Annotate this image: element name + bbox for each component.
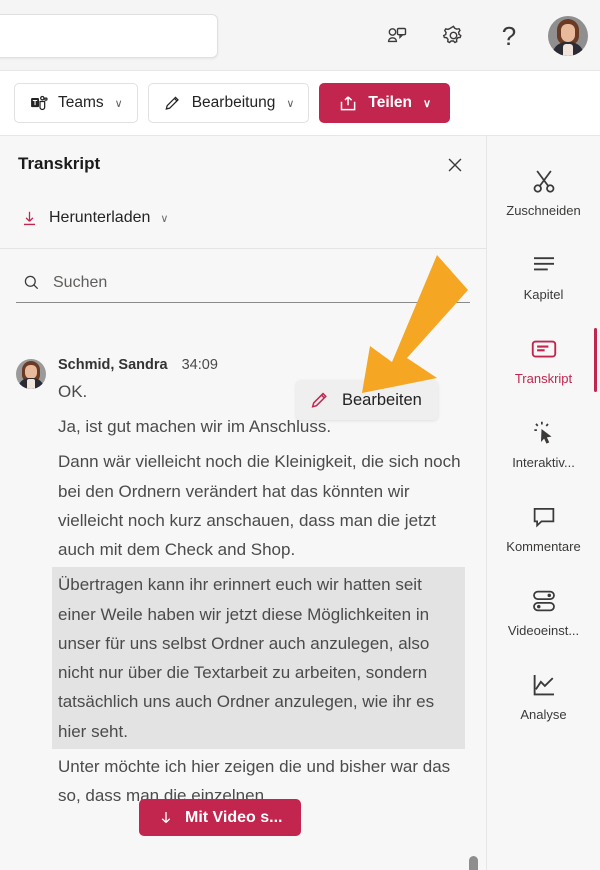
toggles-icon	[532, 590, 555, 612]
pencil-icon	[165, 96, 179, 110]
share-icon	[341, 95, 356, 110]
scissors-icon	[533, 170, 554, 193]
speaker-name: Schmid, Sandra	[58, 357, 168, 373]
chapters-icon	[533, 257, 554, 271]
rail-item-label: Interaktiv...	[512, 455, 575, 470]
share-button[interactable]: Teilen ∨	[319, 83, 451, 123]
rail-item-label: Kommentare	[506, 539, 581, 554]
teams-button-label: Teams	[58, 94, 104, 111]
timestamp[interactable]: 34:09	[182, 357, 218, 373]
avatar-face	[561, 23, 575, 42]
watch-with-video-button[interactable]: Mit Video s...	[139, 799, 301, 836]
watch-with-video-label: Mit Video s...	[185, 808, 283, 826]
chevron-down-icon: ∨	[114, 97, 123, 110]
search-input[interactable]	[53, 273, 464, 292]
rail-item-kommentare[interactable]: Kommentare	[487, 486, 600, 570]
rail-item-zuschneiden[interactable]: Zuschneiden	[487, 150, 600, 234]
chevron-down-icon: ∨	[160, 212, 169, 225]
rail-item-analyse[interactable]: Analyse	[487, 654, 600, 738]
avatar-collar	[27, 379, 35, 389]
panel-title: Transkript	[18, 154, 101, 173]
gear-icon[interactable]	[436, 19, 470, 53]
speaker-avatar	[16, 359, 46, 389]
top-bar: ?	[0, 0, 600, 71]
rail-item-label: Analyse	[520, 707, 567, 722]
rail-item-interaktivitaet[interactable]: Interaktiv...	[487, 402, 600, 486]
user-avatar[interactable]	[548, 15, 588, 56]
transcript-line[interactable]: Dann wär vielleicht noch die Kleinigkeit…	[58, 444, 465, 567]
help-icon[interactable]: ?	[492, 19, 526, 53]
global-search-box[interactable]	[0, 14, 218, 58]
transcript-panel: Transkript Herunterladen ∨ Suchen Schmid…	[0, 136, 487, 870]
download-transcript-button[interactable]: Herunterladen ∨	[0, 192, 486, 244]
transcript-entry-main: Schmid, Sandra 34:09 OK. Ja, ist gut mac…	[46, 357, 465, 813]
transcript-search-wrap	[0, 249, 486, 303]
chevron-down-icon: ∨	[286, 97, 295, 110]
video-player-page: ? Teams ∨ Bearbeitung ∨ Teilen ∨ Transkr…	[0, 0, 600, 870]
teams-button[interactable]: Teams ∨	[14, 83, 138, 123]
download-arrow-icon	[161, 811, 171, 823]
rail-item-videoeinstellungen[interactable]: Videoeinst...	[487, 570, 600, 654]
command-bar: Teams ∨ Bearbeitung ∨ Teilen ∨	[0, 71, 600, 136]
download-label: Herunterladen	[49, 209, 151, 226]
rail-item-label: Kapitel	[523, 287, 564, 302]
edit-mode-label: Bearbeitung	[191, 94, 276, 111]
close-icon[interactable]	[442, 152, 468, 178]
transcript-entry: Schmid, Sandra 34:09 OK. Ja, ist gut mac…	[0, 351, 487, 813]
help-glyph: ?	[501, 20, 517, 51]
search-icon	[24, 275, 39, 290]
rail-item-transkript[interactable]: Transkript	[487, 318, 600, 402]
transcript-panel-header: Transkript	[0, 136, 486, 192]
transcript-icon	[531, 340, 556, 358]
teams-icon	[31, 95, 48, 111]
rail-item-kapitel[interactable]: Kapitel	[487, 234, 600, 318]
transcript-entry-meta: Schmid, Sandra 34:09	[58, 357, 465, 373]
transcript-line-highlighted[interactable]: Übertragen kann ihr erinnert euch wir ha…	[52, 567, 465, 749]
edit-mode-button[interactable]: Bearbeitung ∨	[147, 83, 310, 123]
pencil-icon	[311, 392, 327, 408]
rail-item-label: Zuschneiden	[506, 203, 581, 218]
transcript-body[interactable]: Schmid, Sandra 34:09 OK. Ja, ist gut mac…	[0, 343, 487, 870]
avatar-collar	[563, 43, 573, 56]
chevron-down-icon: ∨	[423, 97, 432, 110]
avatar-face	[25, 365, 37, 379]
edit-transcript-button[interactable]: Bearbeiten	[296, 380, 438, 420]
edit-transcript-label: Bearbeiten	[342, 390, 422, 409]
share-button-label: Teilen	[368, 94, 413, 111]
interactive-cursor-icon	[533, 421, 551, 444]
transcript-search-box[interactable]	[16, 263, 470, 303]
rail-item-label: Transkript	[514, 371, 573, 386]
transcript-scrollbar-thumb[interactable]	[469, 856, 478, 870]
comment-bubble-icon	[533, 508, 554, 528]
top-bar-icons: ?	[380, 0, 588, 71]
download-icon	[23, 211, 36, 225]
global-search-input[interactable]	[0, 15, 217, 57]
rail-item-label: Videoeinst...	[507, 623, 580, 638]
teams-chat-icon[interactable]	[380, 19, 414, 53]
right-tool-rail: Zuschneiden Kapitel Transkript Interakti…	[487, 136, 600, 870]
analytics-chart-icon	[533, 675, 554, 696]
